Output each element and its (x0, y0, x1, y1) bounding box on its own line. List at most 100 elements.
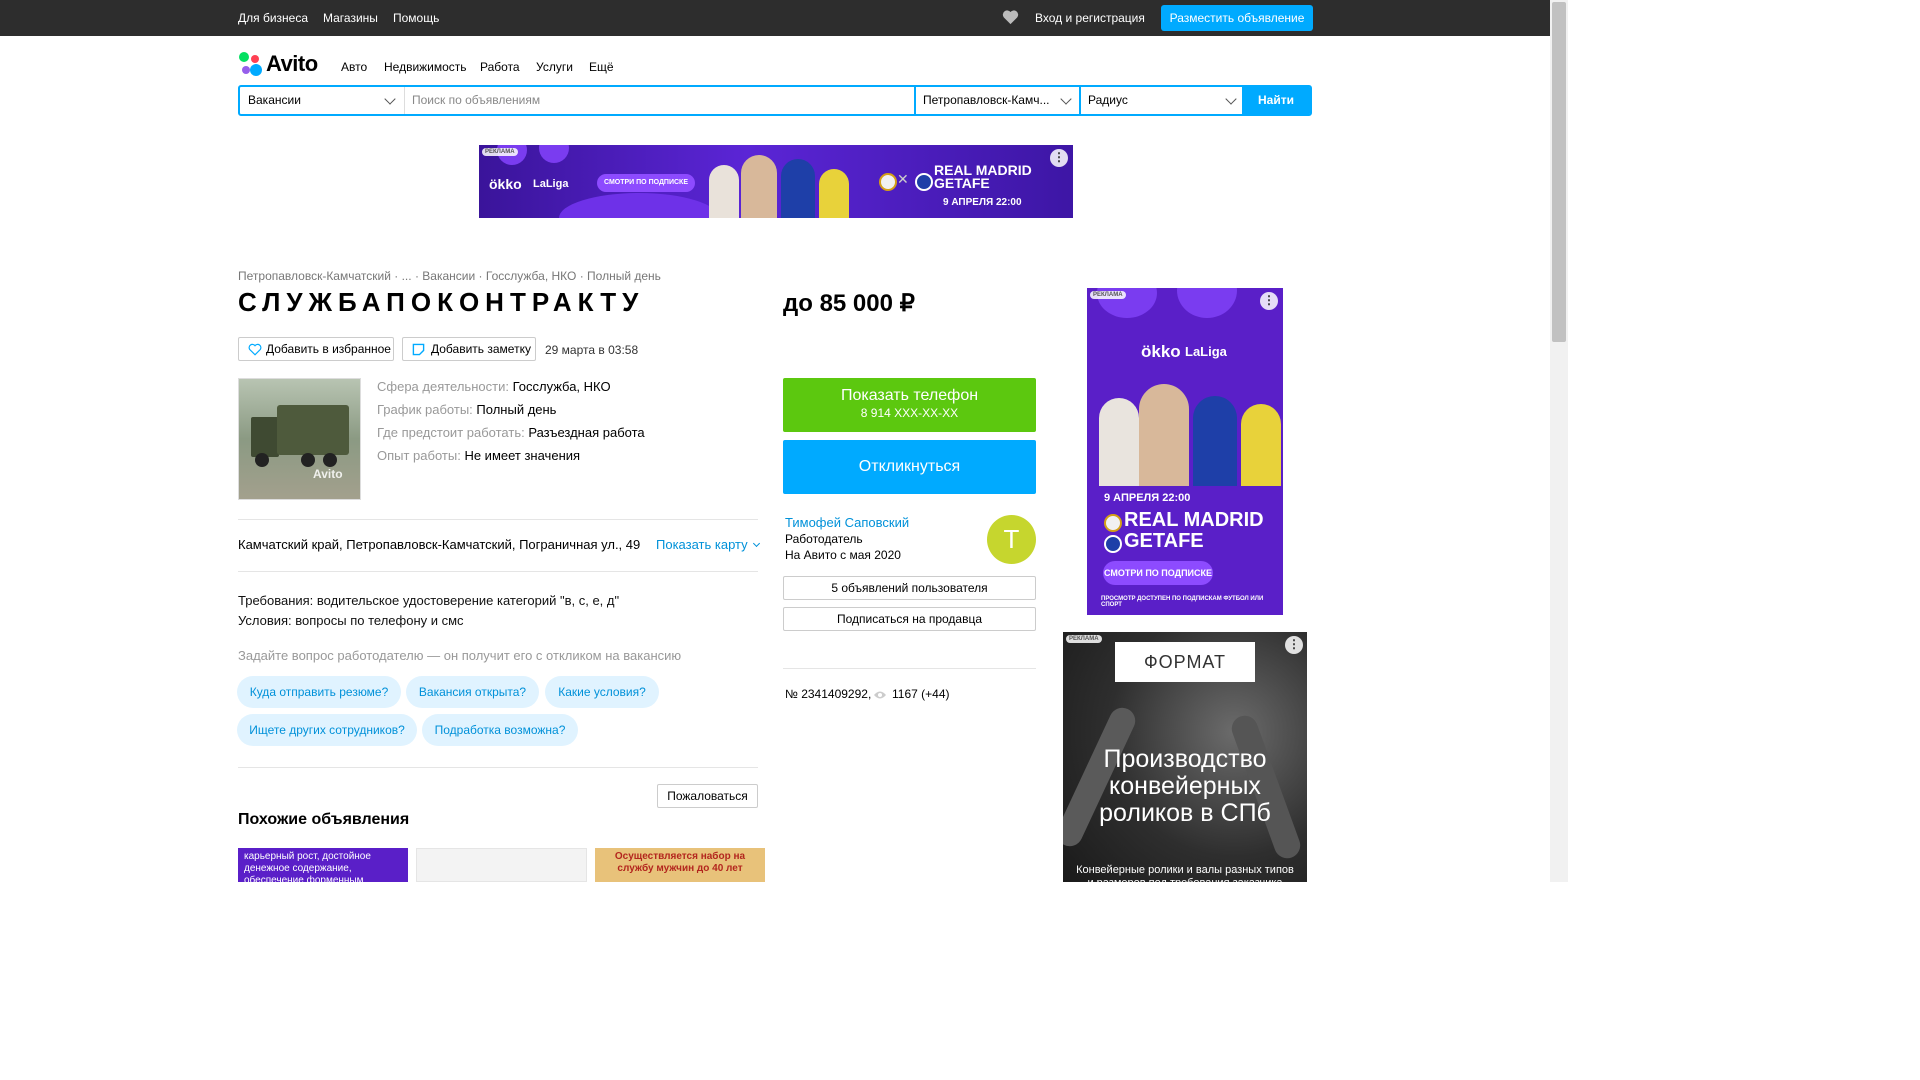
city-value: Петропавловск-Камч... (923, 93, 1050, 107)
breadcrumb-item[interactable]: Петропавловск-Камчатский (238, 269, 391, 283)
radius-select[interactable]: Радиус (1079, 87, 1246, 114)
chevron-down-icon (1060, 93, 1072, 105)
prop-value: Не имеет значения (464, 448, 581, 463)
search-input[interactable]: Поиск по объявлениям (405, 87, 914, 114)
respond-button[interactable]: Откликнуться (783, 440, 1036, 494)
complain-button[interactable]: Пожаловаться (657, 784, 758, 808)
avatar[interactable]: Т (987, 515, 1036, 564)
shops-link[interactable]: Магазины (323, 11, 378, 25)
ad-more-icon[interactable]: ⋮ (1050, 149, 1068, 167)
description-requirements: Требования: водительское удостоверение к… (238, 593, 620, 608)
item-id: № 2341409292, (785, 687, 872, 701)
show-map-label: Показать карту (656, 537, 748, 552)
seller-ads-button[interactable]: 5 объявлений пользователя (783, 576, 1036, 600)
prop-value: Полный день (476, 402, 557, 417)
prop-sphere: Сфера деятельности: Госслужба, НКО (377, 379, 611, 394)
add-note-button[interactable]: Добавить заметку (402, 337, 536, 361)
laliga-logo: LaLiga (1185, 344, 1227, 359)
prop-schedule: График работы: Полный день (377, 402, 556, 417)
getafe-crest-icon (1104, 535, 1122, 553)
prop-value: Разъездная работа (528, 425, 645, 440)
ask-hint: Задайте вопрос работодателю — он получит… (238, 648, 682, 663)
show-phone-label: Показать телефон (840, 387, 979, 404)
search-button[interactable]: Найти (1242, 85, 1310, 116)
help-link[interactable]: Помощь (393, 11, 439, 25)
ad-cta-button[interactable]: СМОТРИ ПО ПОДПИСКЕ (597, 174, 695, 192)
real-madrid-crest-icon (879, 173, 897, 191)
ad-cta-button[interactable]: СМОТРИ ПО ПОДПИСКЕ (1103, 561, 1213, 585)
favorites-heart-icon[interactable] (1002, 9, 1020, 27)
ad-subtext: Конвейерные ролики и валы разных типов и… (1076, 864, 1294, 882)
okko-logo: ökko (489, 176, 522, 192)
question-chip[interactable]: Подработка возможна? (422, 714, 578, 746)
ad-more-icon[interactable]: ⋮ (1260, 292, 1278, 310)
prop-key: График работы: (377, 402, 473, 417)
divider (238, 571, 758, 572)
similar-title: Похожие объявления (238, 811, 410, 828)
nav-auto[interactable]: Авто (341, 60, 367, 74)
seller-role: Работодатель (785, 532, 863, 546)
nav-realty[interactable]: Недвижимость (384, 60, 467, 74)
category-select[interactable]: Вакансии (240, 87, 405, 114)
prop-location: Где предстоит работать: Разъездная работ… (377, 425, 645, 440)
format-logo: ФОРМАТ (1115, 642, 1255, 682)
description: Требования: водительское удостоверение к… (238, 591, 619, 631)
breadcrumb-item[interactable]: Госслужба, НКО (486, 269, 576, 283)
add-to-favorites-button[interactable]: Добавить в избранное (238, 337, 394, 361)
ad-team2: GETAFE (934, 175, 990, 191)
prop-experience: Опыт работы: Не имеет значения (377, 448, 580, 463)
chevron-down-icon (753, 539, 761, 548)
nav-more[interactable]: Ещё (589, 60, 614, 74)
decor-circle (1177, 288, 1237, 318)
breadcrumb-item[interactable]: Вакансии (422, 269, 475, 283)
similar-card[interactable] (416, 848, 587, 882)
ad-team1: REAL MADRID (1124, 509, 1264, 531)
nav-jobs[interactable]: Работа (480, 60, 520, 74)
show-map-link[interactable]: Показать карту (656, 537, 761, 552)
divider (238, 519, 758, 520)
eye-icon (873, 688, 887, 699)
chevron-down-icon (1225, 93, 1237, 105)
publish-date: 29 марта в 03:58 (545, 343, 639, 357)
similar-card[interactable]: Осуществляется набор на службу мужчин до… (595, 848, 765, 882)
note-icon (412, 343, 425, 356)
ad-more-icon[interactable]: ⋮ (1285, 636, 1303, 654)
city-select[interactable]: Петропавловск-Камч... (914, 87, 1081, 114)
post-ad-button[interactable]: Разместить объявление (1161, 5, 1313, 31)
search-placeholder: Поиск по объявлениям (412, 93, 541, 107)
question-chip[interactable]: Какие условия? (545, 676, 659, 708)
similar-card[interactable]: карьерный рост, достойное денежное содер… (238, 848, 408, 882)
breadcrumb-item[interactable]: ... (402, 269, 412, 283)
breadcrumb-item[interactable]: Полный день (587, 269, 661, 283)
players-image (1095, 384, 1283, 486)
nav-services[interactable]: Услуги (536, 60, 573, 74)
show-phone-button[interactable]: Показать телефон 8 914 XXX-XX-XX (783, 378, 1036, 432)
ad-label: РЕКЛАМА (1090, 291, 1126, 299)
similar-card-text: карьерный рост, достойное денежное содер… (244, 851, 371, 882)
search-bar: Вакансии Поиск по объявлениям Петропавло… (238, 85, 1312, 116)
seller-name[interactable]: Тимофей Саповский (785, 515, 909, 530)
scrollbar-thumb[interactable] (1552, 2, 1566, 342)
phone-number: 8 914 XXX-XX-XX (860, 406, 959, 420)
top-banner-ad[interactable]: РЕКЛАМА ökko LaLiga СМОТРИ ПО ПОДПИСКЕ ✕… (479, 145, 1073, 218)
login-link[interactable]: Вход и регистрация (1035, 11, 1145, 25)
logo-text: Avito (266, 51, 318, 76)
avito-logo[interactable]: Avito (238, 51, 328, 77)
ad-date: 9 АПРЕЛЯ 22:00 (943, 197, 1022, 208)
heart-outline-icon (248, 343, 262, 356)
prop-key: Сфера деятельности: (377, 379, 509, 394)
ad-label: РЕКЛАМА (482, 148, 518, 156)
listing-photo[interactable]: Avito (238, 378, 361, 500)
side-ad-okko[interactable]: РЕКЛАМА ⋮ ökko LaLiga 9 АПРЕЛЯ 22:00 REA… (1087, 288, 1283, 615)
for-business-link[interactable]: Для бизнеса (238, 11, 308, 25)
similar-card-text: Осуществляется набор на службу мужчин до… (614, 851, 746, 874)
question-chip[interactable]: Вакансия открыта? (406, 676, 539, 708)
side-ad-format[interactable]: РЕКЛАМА ⋮ ФОРМАТ Производство конвейерны… (1063, 632, 1307, 882)
question-chip[interactable]: Куда отправить резюме? (237, 676, 401, 708)
subscribe-button[interactable]: Подписаться на продавца (783, 607, 1036, 631)
category-value: Вакансии (248, 93, 301, 107)
question-chip[interactable]: Ищете других сотрудников? (237, 714, 417, 746)
laliga-logo: LaLiga (533, 178, 569, 190)
getafe-crest-icon (915, 173, 933, 191)
photo-watermark: Avito (313, 467, 343, 481)
